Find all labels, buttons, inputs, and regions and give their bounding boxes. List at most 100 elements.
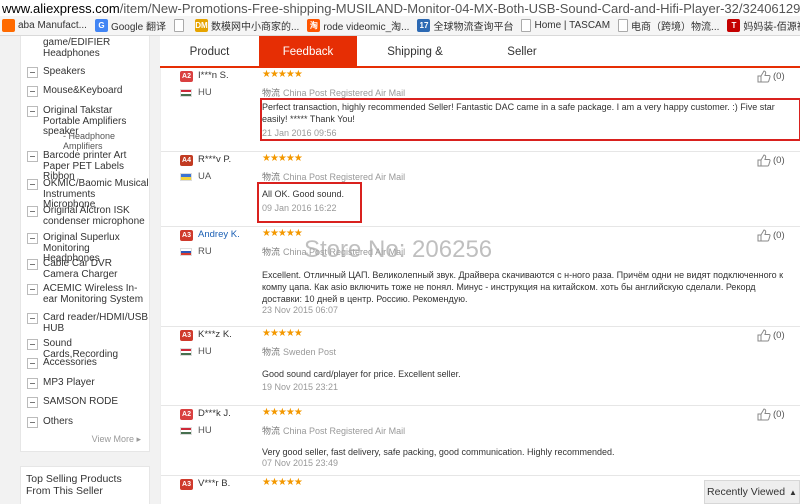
rode-icon: 淘 — [307, 19, 321, 32]
review-text: All OK. Good sound. — [262, 189, 345, 199]
shipping-method: 物流 China Post Registered Air Mail — [262, 424, 405, 437]
collapse-icon[interactable] — [27, 206, 38, 217]
bookmark-item[interactable] — [172, 16, 193, 35]
sidebar-category-item[interactable]: game/EDIFIER Headphones — [21, 37, 149, 59]
sidebar-category-item[interactable]: ACEMIC Wireless In-ear Monitoring System — [21, 283, 149, 305]
country-flag-icon — [180, 427, 192, 435]
collapse-icon[interactable] — [27, 86, 38, 97]
sidebar-category-item[interactable]: Original Alctron ISK condenser microphon… — [21, 205, 149, 227]
bookmark-item[interactable]: aba Manufact... — [0, 16, 93, 35]
url-path: /item/New-Promotions-Free-shipping-MUSIL… — [119, 1, 800, 16]
rating-stars: ★★★★★ — [262, 328, 303, 339]
helpful-button[interactable]: (0) — [757, 154, 785, 167]
tmall-icon: T — [727, 19, 741, 32]
review-text: Good sound card/player for price. Excell… — [262, 369, 461, 379]
category-label: SAMSON RODE — [43, 396, 119, 407]
rating-stars: ★★★★★ — [262, 228, 303, 239]
tab-shipping-payment[interactable]: Shipping & Payment — [357, 36, 473, 90]
thumbs-up-icon — [757, 329, 771, 342]
buyer-level-badge: A2 — [180, 71, 193, 82]
category-label: MP3 Player — [43, 377, 95, 388]
collapse-icon[interactable] — [27, 378, 38, 389]
sidebar-category-item[interactable]: MP3 Player — [21, 377, 149, 389]
category-label: Original Alctron ISK condenser microphon… — [43, 205, 145, 227]
review-date: 19 Nov 2015 23:21 — [262, 382, 339, 392]
sidebar-category-item[interactable]: Card reader/HDMI/USB HUB — [21, 312, 149, 334]
address-bar[interactable]: www.aliexpress.com/item/New-Promotions-F… — [0, 0, 800, 16]
category-label: Cable Car DVR Camera Charger — [43, 258, 118, 280]
tab-feedback[interactable]: Feedback (15) — [259, 36, 357, 90]
category-label: Original Takstar Portable Amplifiers spe… — [43, 105, 127, 137]
collapse-icon[interactable] — [27, 397, 38, 408]
helpful-count: (0) — [773, 330, 785, 341]
buyer-country: HU — [198, 87, 212, 98]
bookmark-item[interactable]: DM 数模网中小商家的... — [193, 16, 305, 35]
buyer-name: I***n S. — [198, 70, 229, 81]
google-icon: G — [94, 19, 108, 32]
tab-seller-guarantees[interactable]: Seller Guarantees — [473, 36, 571, 90]
collapse-icon[interactable] — [27, 313, 38, 324]
category-label: ACEMIC Wireless In-ear Monitoring System — [43, 283, 144, 305]
review-text: Excellent. Отличный ЦАП. Великолепный зв… — [262, 270, 784, 304]
logistics-label: 物流 — [262, 172, 281, 182]
bookmark-label: Google 翻译 — [110, 22, 166, 33]
helpful-button[interactable]: (0) — [757, 329, 785, 342]
collapse-icon[interactable] — [27, 259, 38, 270]
category-label: game/EDIFIER Headphones — [43, 37, 111, 59]
helpful-button[interactable]: (0) — [757, 70, 785, 83]
sidebar-category-item[interactable]: Speakers — [21, 66, 149, 78]
country-flag-icon — [180, 89, 192, 97]
bookmarks-bar: aba Manufact... G Google 翻译 DM 数模网中小商家的... 淘 r… — [0, 16, 800, 36]
sidebar-category-item[interactable]: Others — [21, 416, 149, 428]
bookmark-label: 数模网中小商家的... — [210, 22, 300, 33]
sidebar-category-item[interactable]: Cable Car DVR Camera Charger — [21, 258, 149, 280]
collapse-icon[interactable] — [27, 358, 38, 369]
helpful-button[interactable]: (0) — [757, 408, 785, 421]
bookmark-item[interactable]: 电商（跨境）物流... — [616, 16, 725, 35]
bookmark-label: rode videomic_淘... — [323, 22, 410, 33]
collapse-icon[interactable] — [27, 151, 38, 162]
rating-stars: ★★★★★ — [262, 153, 303, 164]
bookmark-item[interactable]: G Google 翻译 — [93, 16, 172, 35]
sidebar-category-item[interactable]: Original Takstar Portable Amplifiers spe… — [21, 105, 149, 138]
bookmark-item[interactable]: T妈妈装-佰源祥风度... — [725, 16, 800, 35]
collapse-icon[interactable] — [27, 233, 38, 244]
buyer-country: RU — [198, 246, 212, 257]
feedback-list: A2 I***n S. ★★★★★ HU 物流 China Post Registered… — [160, 68, 800, 504]
sidebar-category-item[interactable]: SAMSON RODE — [21, 396, 149, 408]
country-flag-icon — [180, 173, 192, 181]
collapse-icon[interactable] — [27, 339, 38, 350]
review-date: 09 Jan 2016 16:22 — [262, 203, 337, 213]
sidebar-category-item[interactable]: Accessories — [21, 357, 149, 369]
country-flag-icon — [180, 248, 192, 256]
thumbs-up-icon — [757, 229, 771, 242]
review-text: Perfect transaction, highly recommended … — [262, 102, 775, 124]
view-more-link[interactable]: View More ▸ — [92, 434, 141, 445]
shipping-method: 物流 China Post Registered Air Mail — [262, 86, 405, 99]
helpful-button[interactable]: (0) — [757, 229, 785, 242]
shipping-method: 物流 Sweden Post — [262, 345, 336, 358]
bookmark-label: 电商（跨境）物流... — [631, 22, 720, 33]
collapse-icon[interactable] — [27, 106, 38, 117]
helpful-count: (0) — [773, 155, 785, 166]
bookmark-item[interactable]: Home | TASCAM — [519, 16, 616, 35]
collapse-icon[interactable] — [27, 417, 38, 428]
seventeen-icon: 17 — [417, 19, 431, 32]
rating-stars: ★★★★★ — [262, 477, 303, 488]
bookmark-item[interactable]: 17 全球物流查询平台 — [415, 16, 519, 35]
recently-viewed-button[interactable]: Recently Viewed ▲ — [704, 480, 800, 504]
category-list: - Headphone Amplifiers View More ▸ game/… — [20, 36, 150, 452]
bookmark-item[interactable]: 淘 rode videomic_淘... — [305, 16, 415, 35]
alibaba-icon — [2, 19, 15, 32]
collapse-icon[interactable] — [27, 284, 38, 295]
sidebar-category-item[interactable]: Mouse&Keyboard — [21, 85, 149, 97]
tab-product-details[interactable]: Product Details — [160, 36, 259, 90]
store-watermark: Store No: 206256 — [304, 236, 493, 263]
bookmark-label: 妈妈装-佰源祥风度... — [743, 22, 800, 33]
review-item: A2 D***k J. ★★★★★ HU 物流 China Post Registered… — [161, 406, 800, 476]
collapse-icon[interactable] — [27, 67, 38, 78]
collapse-icon[interactable] — [27, 179, 38, 190]
bookmark-label: 全球物流查询平台 — [433, 22, 514, 33]
buyer-name[interactable]: Andrey K. — [198, 229, 240, 240]
category-label: Others — [43, 416, 74, 427]
